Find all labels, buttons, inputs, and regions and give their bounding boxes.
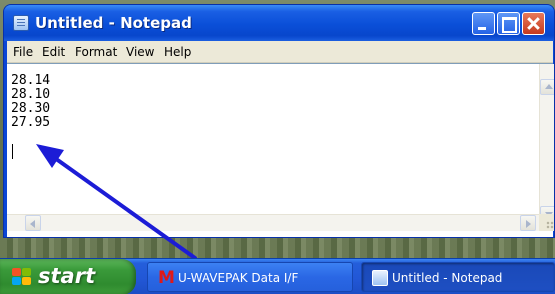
menu-help[interactable]: Help	[164, 45, 191, 59]
menu-format[interactable]: Format	[75, 45, 117, 59]
vertical-scrollbar[interactable]	[539, 64, 554, 223]
taskbar-item-label: Untitled - Notepad	[392, 271, 503, 285]
text-line: 28.14	[11, 73, 51, 88]
window-title: Untitled - Notepad	[35, 14, 192, 32]
close-button[interactable]	[522, 12, 545, 35]
scroll-left-button[interactable]	[25, 215, 41, 231]
start-label: start	[38, 264, 96, 288]
menu-view[interactable]: View	[126, 45, 154, 59]
taskbar: start M U-WAVEPAK Data I/F Untitled - No…	[0, 258, 555, 294]
text-cursor	[12, 144, 13, 159]
taskbar-item-u-wavepak[interactable]: M U-WAVEPAK Data I/F	[147, 262, 353, 292]
taskbar-item-label: U-WAVEPAK Data I/F	[178, 271, 299, 285]
menu-edit[interactable]: Edit	[42, 45, 65, 59]
text-line: 28.30	[11, 101, 51, 116]
horizontal-scrollbar[interactable]	[7, 214, 539, 231]
scroll-right-button[interactable]	[520, 215, 536, 231]
menu-file[interactable]: File	[13, 45, 33, 59]
notepad-icon[interactable]	[13, 15, 29, 31]
minimize-button[interactable]	[472, 12, 495, 35]
notepad-icon	[372, 270, 388, 286]
taskbar-item-notepad[interactable]: Untitled - Notepad	[361, 262, 555, 292]
start-button[interactable]: start	[0, 259, 136, 294]
text-line: 27.95	[11, 115, 51, 130]
menu-bar: File Edit Format View Help	[7, 41, 553, 63]
text-editor[interactable]: 28.14 28.10 28.30 27.95	[7, 63, 554, 237]
title-bar[interactable]: Untitled - Notepad	[4, 5, 554, 41]
windows-logo-icon	[12, 268, 32, 286]
text-line: 28.10	[11, 87, 51, 102]
scroll-up-button[interactable]	[540, 79, 554, 95]
m-app-icon: M	[158, 268, 175, 288]
maximize-button[interactable]	[497, 12, 520, 35]
resize-grip-icon[interactable]	[539, 214, 554, 231]
notepad-window: Untitled - Notepad File Edit Format View…	[3, 4, 555, 238]
document-text: 28.14 28.10 28.30 27.95	[11, 74, 50, 130]
